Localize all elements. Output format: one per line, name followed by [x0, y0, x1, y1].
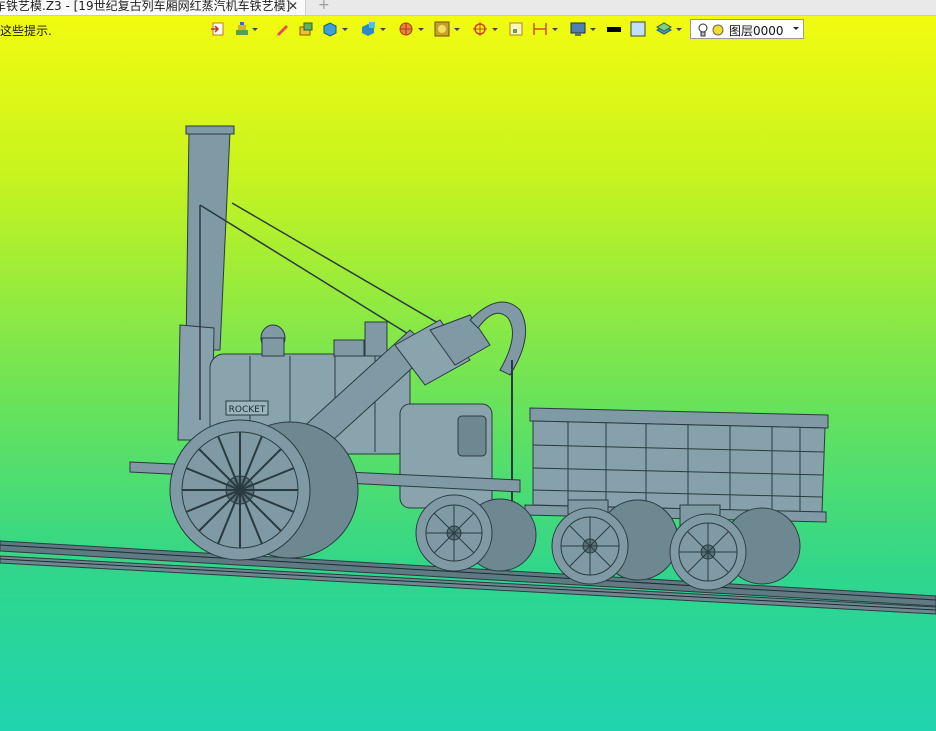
- texture-icon[interactable]: [434, 21, 450, 39]
- tab-bar: 车铁艺模.Z3 - [19世纪复古列车厢网红蒸汽机车铁艺模] ✕ +: [0, 0, 936, 16]
- layers-dropdown[interactable]: [252, 28, 258, 31]
- dimension-icon[interactable]: [532, 21, 548, 39]
- status-hint: 这些提示.: [0, 24, 52, 38]
- cube-stack-icon[interactable]: [298, 21, 314, 39]
- new-tab-button[interactable]: +: [318, 0, 330, 13]
- layer-select[interactable]: 图层0000: [690, 19, 804, 39]
- toolbar: 图层0000: [208, 19, 808, 41]
- sphere-dropdown[interactable]: [418, 28, 424, 31]
- render-dropdown[interactable]: [380, 28, 386, 31]
- rear-wheels: [415, 494, 537, 572]
- tab-title: 车铁艺模.Z3 - [19世纪复古列车厢网红蒸汽机车铁艺模]: [0, 0, 291, 13]
- layer-name: 图层0000: [729, 24, 784, 38]
- exit-icon[interactable]: [210, 21, 226, 39]
- dimension-dropdown[interactable]: [552, 28, 558, 31]
- snap-dropdown[interactable]: [492, 28, 498, 31]
- close-tab-button[interactable]: ✕: [288, 0, 298, 14]
- sphere-icon[interactable]: [398, 21, 414, 39]
- document-tab[interactable]: 车铁艺模.Z3 - [19世纪复古列车厢网红蒸汽机车铁艺模] ✕: [0, 0, 306, 15]
- plane-dropdown[interactable]: [676, 28, 682, 31]
- rocket-nameplate: ROCKET: [229, 405, 266, 415]
- lightbulb-icon[interactable]: [697, 22, 709, 38]
- pencil-icon[interactable]: [274, 21, 290, 39]
- chevron-down-icon[interactable]: [793, 27, 799, 30]
- solid-cube-icon[interactable]: [322, 21, 338, 39]
- frame-icon[interactable]: [508, 21, 524, 39]
- layer-color-dot: [712, 24, 724, 36]
- snap-icon[interactable]: [472, 21, 488, 39]
- render-icon[interactable]: [360, 21, 376, 39]
- color-black-swatch[interactable]: [606, 21, 622, 39]
- driving-wheel: [169, 419, 359, 561]
- display-dropdown[interactable]: [590, 28, 596, 31]
- train-model: ROCKET: [0, 125, 936, 615]
- display-icon[interactable]: [570, 21, 586, 39]
- plane-icon[interactable]: [656, 21, 672, 39]
- cube-dropdown[interactable]: [342, 28, 348, 31]
- 3d-viewport[interactable]: ROCKET: [0, 16, 936, 731]
- texture-dropdown[interactable]: [454, 28, 460, 31]
- layers-tool-icon[interactable]: [234, 21, 250, 39]
- color-blue-swatch[interactable]: [630, 21, 646, 39]
